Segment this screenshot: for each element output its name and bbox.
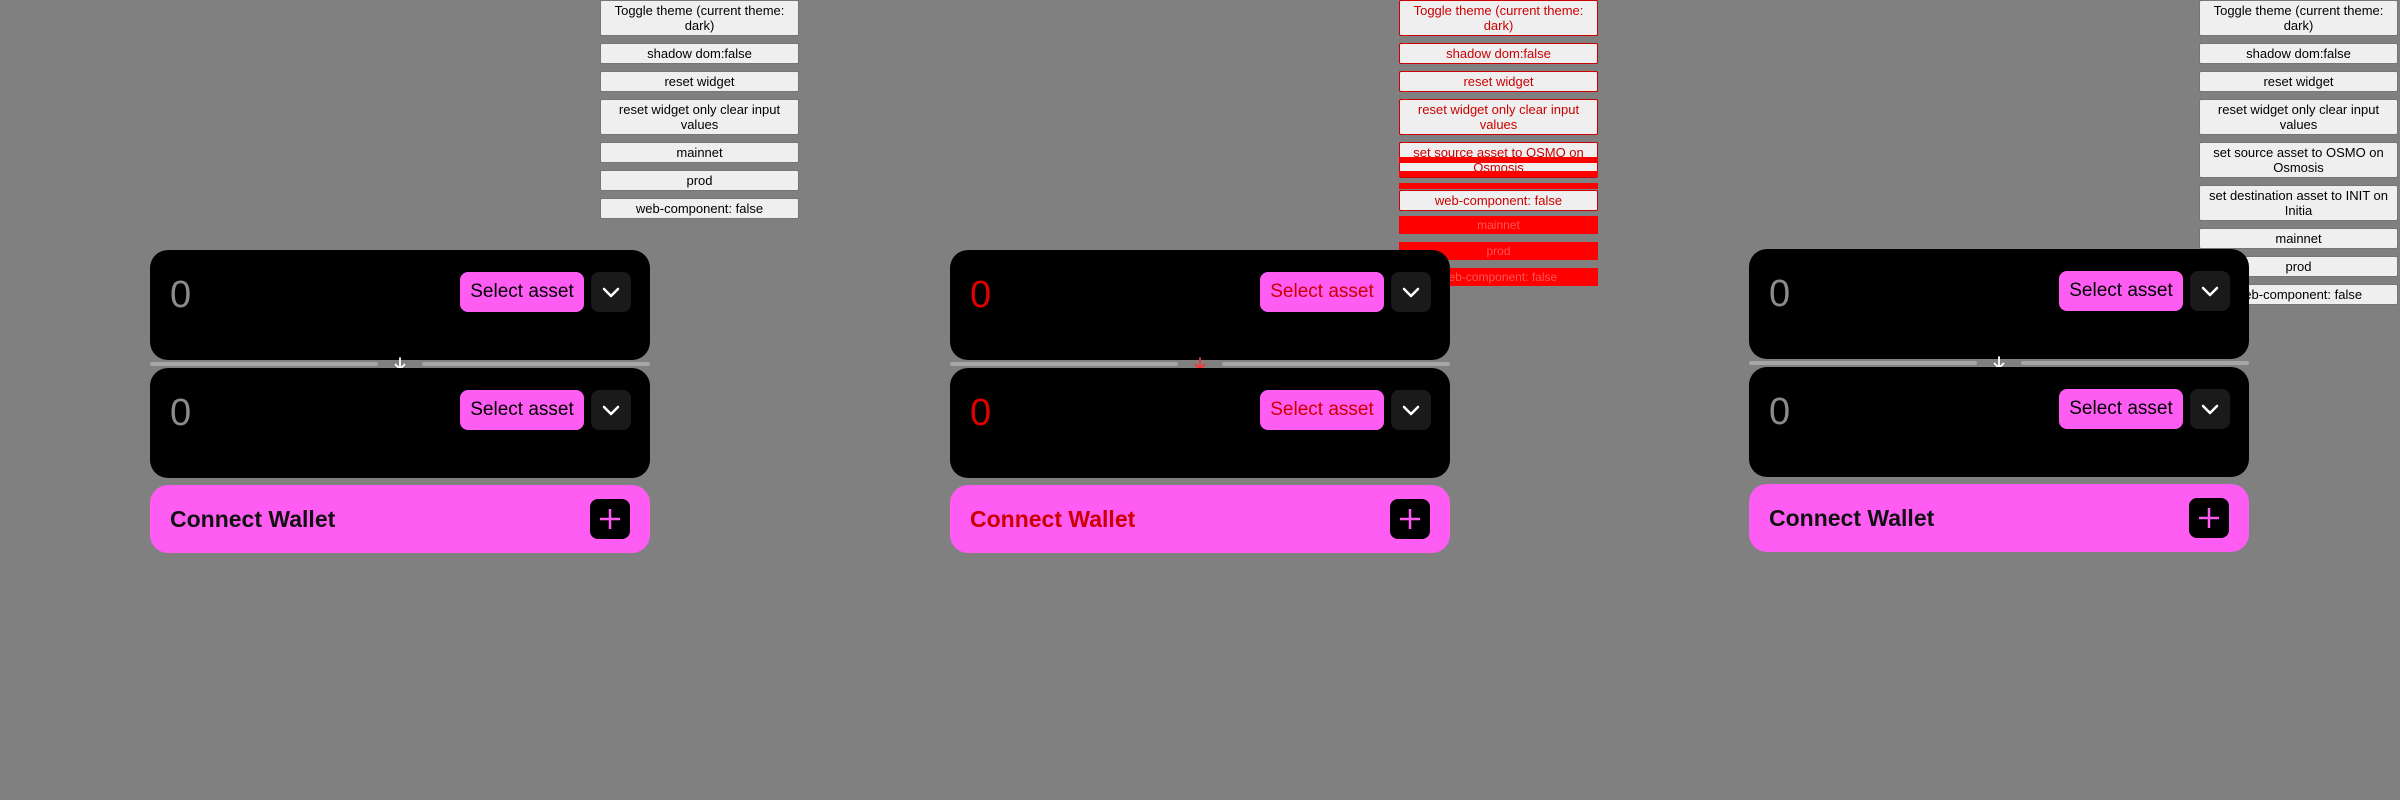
shadow-dom-button[interactable]: shadow dom:false (2199, 43, 2398, 64)
swap-widget: 0 Select asset 0 Select asset Connect Wa… (1749, 249, 2249, 552)
plus-icon (2199, 508, 2219, 528)
web-component-button[interactable]: web-component: false (1399, 190, 1598, 211)
shadow-dom-button[interactable]: shadow dom:false (1399, 43, 1598, 64)
chevron-down-icon (602, 287, 620, 298)
plus-button[interactable] (2189, 498, 2229, 538)
web-component-button[interactable]: web-component: false (600, 198, 799, 219)
plus-button[interactable] (1390, 499, 1430, 539)
reset-widget-button[interactable]: reset widget (2199, 71, 2398, 92)
destination-select-asset-button[interactable]: Select asset (2059, 389, 2183, 429)
plus-icon (600, 509, 620, 529)
source-amount-input[interactable]: 0 (170, 274, 191, 317)
chevron-down-icon (1402, 287, 1420, 298)
widget-panel-3: Toggle theme (current theme: dark) shado… (1600, 0, 2400, 800)
plus-button[interactable] (590, 499, 630, 539)
mainnet-button[interactable]: mainnet (600, 142, 799, 163)
reset-clear-inputs-button[interactable]: reset widget only clear input values (1399, 99, 1598, 135)
destination-chevron-button[interactable] (591, 390, 631, 430)
source-amount-input[interactable]: 0 (970, 274, 991, 317)
chevron-down-icon (2201, 404, 2219, 415)
divider-line-left (950, 362, 1178, 366)
source-chevron-button[interactable] (591, 272, 631, 312)
divider-line-left (150, 362, 378, 366)
shadow-dom-button[interactable]: shadow dom:false (600, 43, 799, 64)
destination-select-asset-button[interactable]: Select asset (460, 390, 584, 430)
divider-line-right (1222, 362, 1450, 366)
destination-asset-card: 0 Select asset (150, 368, 650, 478)
set-source-button[interactable]: set source asset to OSMO on Osmosis (2199, 142, 2398, 178)
source-select-asset-button[interactable]: Select asset (1260, 272, 1384, 312)
source-asset-card: 0 Select asset (150, 250, 650, 360)
swap-widget: 0 Select asset 0 Select asset Connect Wa… (950, 250, 1450, 553)
destination-chevron-button[interactable] (1391, 390, 1431, 430)
source-chevron-button[interactable] (2190, 271, 2230, 311)
overlap-mainnet: mainnet (1399, 216, 1598, 234)
debug-controls: Toggle theme (current theme: dark) shado… (600, 0, 799, 226)
source-asset-card: 0 Select asset (1749, 249, 2249, 359)
overlap-strip (1399, 183, 1598, 189)
divider-line-left (1749, 361, 1977, 365)
connect-wallet-label: Connect Wallet (170, 506, 336, 532)
plus-icon (1400, 509, 1420, 529)
source-amount-input[interactable]: 0 (1769, 273, 1790, 316)
chevron-down-icon (1402, 405, 1420, 416)
swap-divider (1749, 356, 2249, 369)
mainnet-button[interactable]: mainnet (2199, 228, 2398, 249)
chevron-down-icon (2201, 286, 2219, 297)
connect-wallet-label: Connect Wallet (970, 506, 1136, 532)
destination-chevron-button[interactable] (2190, 389, 2230, 429)
destination-amount-input[interactable]: 0 (170, 392, 191, 435)
source-chevron-button[interactable] (1391, 272, 1431, 312)
divider-line-right (2021, 361, 2249, 365)
destination-asset-card: 0 Select asset (1749, 367, 2249, 477)
widget-panel-1: Toggle theme (current theme: dark) shado… (0, 0, 800, 800)
swap-divider (950, 357, 1450, 370)
swap-widget: 0 Select asset 0 Select asset Connect Wa… (150, 250, 650, 553)
divider-line-right (422, 362, 650, 366)
source-select-asset-button[interactable]: Select asset (460, 272, 584, 312)
destination-asset-card: 0 Select asset (950, 368, 1450, 478)
overlap-strip (1399, 171, 1598, 177)
swap-divider (150, 357, 650, 370)
toggle-theme-button[interactable]: Toggle theme (current theme: dark) (600, 0, 799, 36)
prod-button[interactable]: prod (600, 170, 799, 191)
toggle-theme-button[interactable]: Toggle theme (current theme: dark) (2199, 0, 2398, 36)
destination-select-asset-button[interactable]: Select asset (1260, 390, 1384, 430)
toggle-theme-button[interactable]: Toggle theme (current theme: dark) (1399, 0, 1598, 36)
reset-widget-button[interactable]: reset widget (1399, 71, 1598, 92)
reset-widget-button[interactable]: reset widget (600, 71, 799, 92)
reset-clear-inputs-button[interactable]: reset widget only clear input values (600, 99, 799, 135)
connect-wallet-label: Connect Wallet (1769, 505, 1935, 531)
connect-wallet-button[interactable]: Connect Wallet (1749, 484, 2249, 552)
source-select-asset-button[interactable]: Select asset (2059, 271, 2183, 311)
debug-controls-overlay: Toggle theme (current theme: dark) shado… (1399, 0, 1598, 178)
connect-wallet-button[interactable]: Connect Wallet (950, 485, 1450, 553)
connect-wallet-button[interactable]: Connect Wallet (150, 485, 650, 553)
destination-amount-input[interactable]: 0 (970, 392, 991, 435)
reset-clear-inputs-button[interactable]: reset widget only clear input values (2199, 99, 2398, 135)
widget-panel-2: Toggle theme (current theme: dark) shado… (800, 0, 1600, 800)
chevron-down-icon (602, 405, 620, 416)
overlap-strip (1399, 157, 1598, 163)
set-destination-button[interactable]: set destination asset to INIT on Initia (2199, 185, 2398, 221)
source-asset-card: 0 Select asset (950, 250, 1450, 360)
destination-amount-input[interactable]: 0 (1769, 391, 1790, 434)
